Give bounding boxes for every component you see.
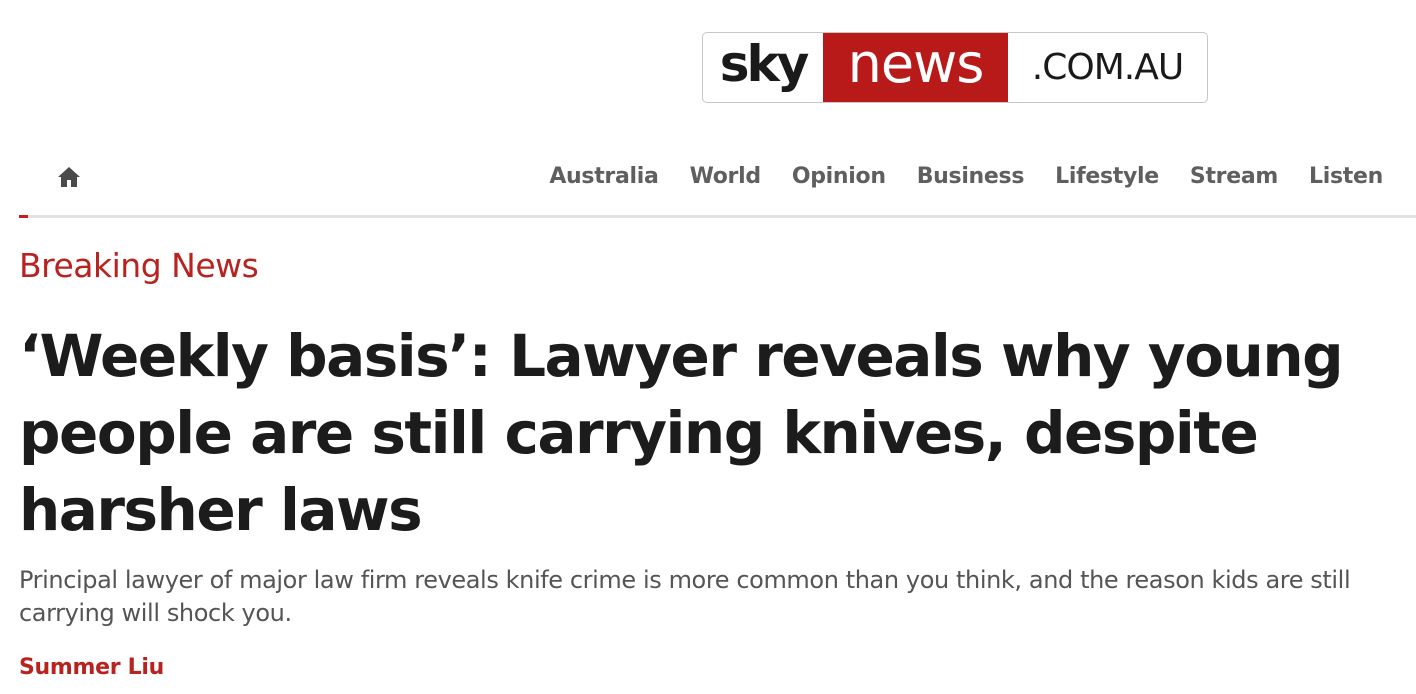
main-nav: Australia World Opinion Business Lifesty… [518, 164, 1383, 189]
nav-item-stream[interactable]: Stream [1190, 164, 1278, 189]
logo-domain-text: .COM.AU [1031, 47, 1184, 88]
author-byline[interactable]: Summer Liu [19, 655, 164, 680]
sky-news-logo[interactable]: sky news .COM.AU [702, 32, 1208, 103]
category-label[interactable]: Breaking News [19, 246, 259, 285]
logo-news-text: news [823, 33, 1008, 102]
page: sky news .COM.AU Australia World Opinion… [0, 0, 1416, 694]
nav-divider [19, 215, 1416, 218]
article-standfirst: Principal lawyer of major law firm revea… [19, 566, 1351, 627]
nav-item-world[interactable]: World [690, 164, 762, 189]
nav-accent-mark [19, 215, 28, 218]
home-icon[interactable] [57, 166, 81, 188]
logo-sky-text: sky [719, 34, 810, 93]
article-headline: ‘Weekly basis’: Lawyer reveals why young… [19, 322, 1344, 544]
nav-item-lifestyle[interactable]: Lifestyle [1055, 164, 1159, 189]
nav-item-listen[interactable]: Listen [1309, 164, 1383, 189]
nav-item-opinion[interactable]: Opinion [792, 164, 886, 189]
nav-item-australia[interactable]: Australia [549, 164, 659, 189]
nav-item-business[interactable]: Business [917, 164, 1025, 189]
